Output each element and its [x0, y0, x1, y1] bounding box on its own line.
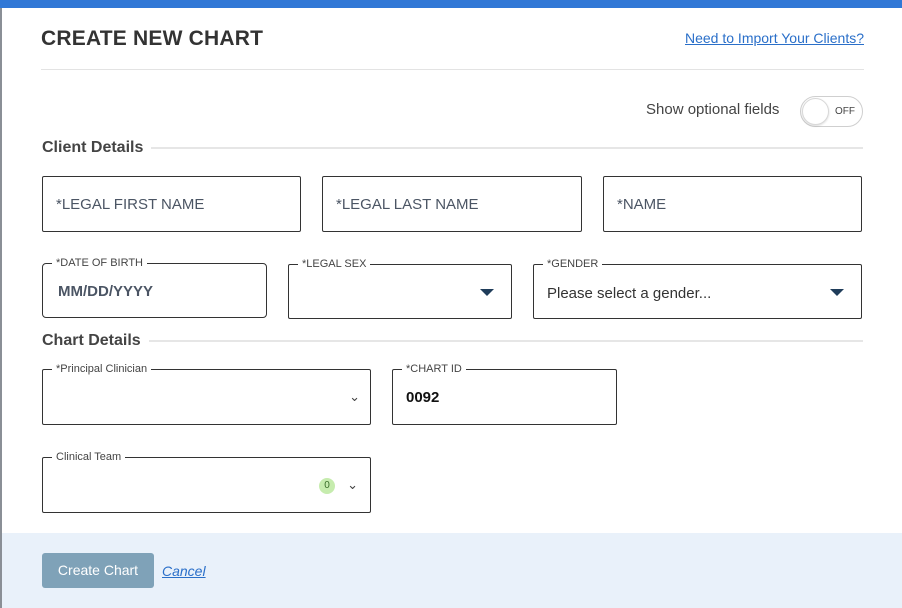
header-divider: [41, 69, 864, 70]
legal-last-name-placeholder: *LEGAL LAST NAME: [336, 196, 479, 213]
import-clients-link[interactable]: Need to Import Your Clients?: [685, 30, 864, 46]
principal-clinician-label: *Principal Clinician: [52, 363, 152, 375]
name-field[interactable]: *NAME: [603, 176, 862, 232]
chart-details-line: [42, 340, 863, 342]
gender-select[interactable]: *GENDER Please select a gender...: [533, 258, 862, 319]
principal-clinician-select[interactable]: *Principal Clinician ⌄: [42, 363, 371, 425]
toggle-state: OFF: [835, 106, 855, 117]
client-details-title: Client Details: [42, 139, 152, 157]
create-chart-button[interactable]: Create Chart: [42, 553, 154, 588]
modal-footer: Create Chart Cancel: [2, 533, 902, 608]
caret-down-icon: [480, 289, 494, 296]
clinical-team-label: Clinical Team: [52, 451, 126, 463]
chevron-down-icon: ⌄: [349, 389, 360, 404]
gender-label: *GENDER: [543, 258, 603, 270]
legal-first-name-placeholder: *LEGAL FIRST NAME: [56, 196, 205, 213]
toggle-knob: [802, 98, 829, 125]
legal-sex-select[interactable]: *LEGAL SEX: [288, 258, 512, 319]
optional-fields-toggle[interactable]: OFF: [800, 96, 863, 127]
modal-title: CREATE NEW CHART: [41, 27, 264, 50]
chart-details-title: Chart Details: [42, 332, 149, 350]
top-accent-bar: [0, 0, 902, 8]
date-of-birth-label: *DATE OF BIRTH: [52, 257, 147, 269]
date-of-birth-field[interactable]: *DATE OF BIRTH MM/DD/YYYY: [42, 257, 267, 318]
legal-last-name-field[interactable]: *LEGAL LAST NAME: [322, 176, 582, 232]
clinical-team-select[interactable]: Clinical Team 0 ⌄: [42, 451, 371, 513]
gender-value: Please select a gender...: [547, 285, 712, 302]
date-of-birth-placeholder: MM/DD/YYYY: [58, 283, 154, 300]
legal-first-name-field[interactable]: *LEGAL FIRST NAME: [42, 176, 301, 232]
chevron-down-icon: ⌄: [347, 477, 358, 492]
legal-sex-label: *LEGAL SEX: [298, 258, 371, 270]
caret-down-icon: [830, 289, 844, 296]
create-chart-modal: CREATE NEW CHART Need to Import Your Cli…: [2, 8, 902, 608]
name-placeholder: *NAME: [617, 196, 667, 213]
clinical-team-count-badge: 0: [319, 478, 335, 494]
chart-id-value: 0092: [406, 389, 440, 406]
client-details-line: [42, 147, 863, 149]
cancel-link[interactable]: Cancel: [162, 563, 206, 579]
optional-fields-label: Show optional fields: [646, 101, 780, 118]
chart-id-label: *CHART ID: [402, 363, 466, 375]
chart-id-field[interactable]: *CHART ID 0092: [392, 363, 617, 425]
